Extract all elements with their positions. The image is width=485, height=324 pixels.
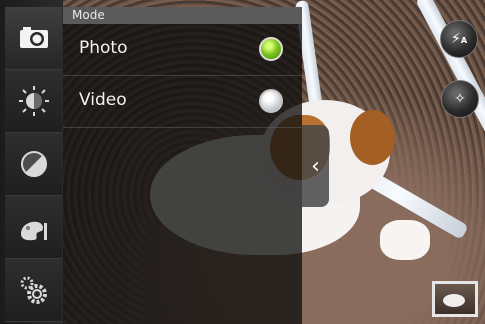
- mode-option-label: Video: [79, 90, 127, 110]
- flash-button[interactable]: ⚡A: [440, 20, 478, 58]
- mode-menu: Mode Photo Video: [63, 7, 302, 324]
- puppy-paw: [380, 220, 430, 260]
- chevron-left-icon: ‹: [311, 153, 320, 179]
- focus-mode-button[interactable]: ✧: [441, 80, 479, 118]
- mode-menu-title: Mode: [63, 7, 302, 24]
- exposure-icon: [20, 151, 47, 177]
- left-toolbar: [0, 0, 63, 324]
- radio-selected-icon[interactable]: [259, 37, 283, 61]
- camera-icon: [19, 27, 48, 48]
- white-balance-button[interactable]: [5, 70, 62, 133]
- puppy-ear: [350, 110, 395, 165]
- settings-button[interactable]: [5, 259, 62, 322]
- radio-unselected-icon[interactable]: [259, 89, 283, 113]
- flash-mode-text: A: [460, 36, 468, 45]
- mode-option-video[interactable]: Video: [63, 76, 302, 128]
- mode-option-label: Photo: [79, 38, 128, 58]
- collapse-menu-button[interactable]: ‹: [302, 125, 329, 207]
- last-photo-thumbnail[interactable]: [432, 281, 478, 317]
- settings-gears-icon: [20, 276, 47, 304]
- camera-screen: Mode Photo Video ‹ ⚡A ✧: [0, 0, 485, 324]
- focus-mode-icon: ✧: [454, 91, 466, 107]
- flash-auto-icon: ⚡A: [450, 31, 468, 47]
- camera-mode-button[interactable]: [5, 7, 62, 70]
- exposure-button[interactable]: [5, 133, 62, 196]
- white-balance-icon: [18, 86, 49, 116]
- color-effect-icon: [20, 221, 47, 241]
- mode-option-photo[interactable]: Photo: [63, 24, 302, 76]
- color-effect-button[interactable]: [5, 196, 62, 259]
